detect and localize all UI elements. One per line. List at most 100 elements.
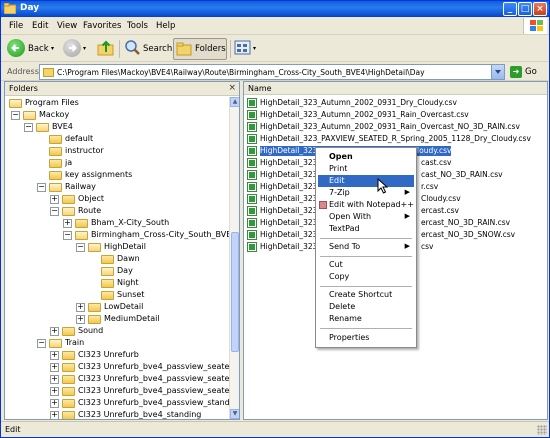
collapse-icon[interactable]: − [37, 183, 46, 192]
folder-tree: Program Files − Mackoy − BVE4 default inst… [5, 97, 229, 419]
expand-icon[interactable]: + [50, 387, 59, 396]
expand-icon[interactable]: + [50, 351, 59, 360]
folders-pane-header: Folders × [5, 82, 239, 96]
menu-help[interactable]: Help [156, 21, 175, 31]
back-arrow-icon [7, 39, 25, 57]
tree-node-label: default [65, 134, 94, 143]
folder-icon [49, 171, 62, 180]
tree-node-label: HighDetail [104, 242, 146, 251]
views-button[interactable]: ▾ [234, 39, 258, 59]
windows-logo-icon [523, 18, 547, 34]
title-bar[interactable]: Day _ □ × [1, 1, 549, 17]
tree-node-label: Cl323 Unrefurb_bve4_passview_seated_R2 [78, 386, 229, 395]
search-button[interactable]: Search [123, 39, 172, 59]
folder-icon [88, 243, 101, 252]
address-dropdown-button[interactable] [491, 65, 504, 79]
file-name: HighDetail_323_Autumn_2002_0931_Rain_Ove… [260, 110, 469, 119]
expand-icon[interactable]: + [50, 375, 59, 384]
menu-item-cut[interactable]: Cut [318, 259, 414, 271]
expand-icon[interactable]: + [50, 327, 59, 336]
folder-icon [49, 147, 62, 156]
excel-csv-icon [247, 182, 257, 192]
collapse-icon[interactable]: − [76, 243, 85, 252]
collapse-icon[interactable]: − [50, 207, 59, 216]
excel-csv-icon [247, 158, 257, 168]
back-button[interactable]: Back ▾ [7, 39, 57, 59]
minimize-button[interactable]: _ [503, 2, 517, 16]
folders-button[interactable]: Folders [173, 38, 227, 60]
address-input[interactable]: C:\Program Files\Mackoy\BVE4\Railway\Rou… [39, 64, 505, 80]
menu-item-print[interactable]: Print [318, 163, 414, 175]
menu-item-rename[interactable]: Rename [318, 313, 414, 325]
back-dropdown-icon[interactable]: ▾ [51, 45, 54, 52]
collapse-icon[interactable]: − [37, 339, 46, 348]
folder-icon [62, 327, 75, 336]
go-button[interactable]: ➜ Go [510, 65, 548, 80]
expand-icon[interactable]: + [63, 219, 72, 228]
column-header-name[interactable]: Name [244, 82, 547, 95]
tree-node-label: key assignments [65, 170, 133, 179]
expand-icon[interactable]: + [76, 315, 85, 324]
expand-icon[interactable]: + [50, 399, 59, 408]
close-button[interactable]: × [533, 2, 547, 16]
file-name: HighDetail_323_PAXVIEW_SEATED_R_Spring_2… [260, 134, 531, 143]
folder-icon [101, 291, 114, 300]
menu-item-properties[interactable]: Properties [318, 332, 414, 344]
go-arrow-icon: ➜ [510, 66, 522, 78]
menu-item-textpad[interactable]: TextPad [318, 223, 414, 235]
menu-file[interactable]: File [9, 21, 23, 31]
collapse-icon[interactable]: − [24, 123, 33, 132]
tree-node-label: instructor [65, 146, 104, 155]
menu-item-create-shortcut[interactable]: Create Shortcut [318, 289, 414, 301]
tree-node-label: Railway [65, 182, 96, 191]
close-pane-icon[interactable]: × [228, 83, 236, 93]
menu-item-send-to[interactable]: Send To ▶ [318, 241, 414, 253]
menu-item-label: Open [329, 152, 353, 161]
menu-item-label: Cut [329, 260, 343, 269]
menu-item-edit[interactable]: Edit [318, 175, 414, 187]
file-name-tail: ercast_NO_3D_RAIN.csv [421, 218, 511, 227]
collapse-icon[interactable]: − [11, 111, 20, 120]
menu-edit[interactable]: Edit [32, 21, 48, 31]
excel-csv-icon [247, 194, 257, 204]
collapse-icon[interactable]: − [63, 231, 72, 240]
menu-separator [320, 256, 412, 257]
window-title: Day [20, 3, 40, 13]
menu-tools[interactable]: Tools [127, 21, 148, 31]
menu-item-7zip[interactable]: 7-Zip ▶ [318, 187, 414, 199]
menu-item-delete[interactable]: Delete [318, 301, 414, 313]
menu-item-label: Properties [329, 333, 370, 342]
tree-node-label: Sunset [117, 290, 145, 299]
views-dropdown-icon[interactable]: ▾ [253, 45, 256, 52]
expand-icon[interactable]: + [50, 195, 59, 204]
folders-pane-title: Folders [9, 84, 38, 93]
expand-icon[interactable]: + [50, 411, 59, 419]
menu-favorites[interactable]: Favorites [83, 21, 121, 31]
scroll-thumb[interactable] [231, 232, 239, 352]
folders-scrollbar[interactable]: ▲ ▼ [229, 97, 239, 419]
tree-node-label: Train [65, 338, 85, 347]
folder-icon [49, 135, 62, 144]
folder-icon [75, 219, 88, 228]
forward-button[interactable]: ▾ [63, 39, 86, 59]
file-name-tail: Cloudy.csv [421, 194, 461, 203]
folder-icon [62, 399, 75, 408]
up-folder-button[interactable] [97, 39, 117, 59]
folders-icon [176, 42, 192, 56]
toolbar-separator [119, 40, 120, 58]
submenu-arrow-icon: ▶ [404, 212, 410, 220]
menu-view[interactable]: View [57, 21, 77, 31]
forward-dropdown-icon[interactable]: ▾ [83, 45, 86, 52]
menu-item-open-with[interactable]: Open With ▶ [318, 211, 414, 223]
menu-item-edit-notepadpp[interactable]: Edit with Notepad++ [318, 199, 414, 211]
maximize-button[interactable]: □ [518, 2, 532, 16]
menu-item-copy[interactable]: Copy [318, 271, 414, 283]
resize-grip-icon[interactable] [537, 425, 547, 435]
scroll-down-icon[interactable]: ▼ [230, 409, 239, 419]
menu-item-label: TextPad [329, 224, 360, 233]
excel-csv-icon [247, 98, 257, 108]
scroll-up-icon[interactable]: ▲ [230, 97, 239, 107]
menu-item-open[interactable]: Open [318, 151, 414, 163]
expand-icon[interactable]: + [76, 303, 85, 312]
expand-icon[interactable]: + [50, 363, 59, 372]
